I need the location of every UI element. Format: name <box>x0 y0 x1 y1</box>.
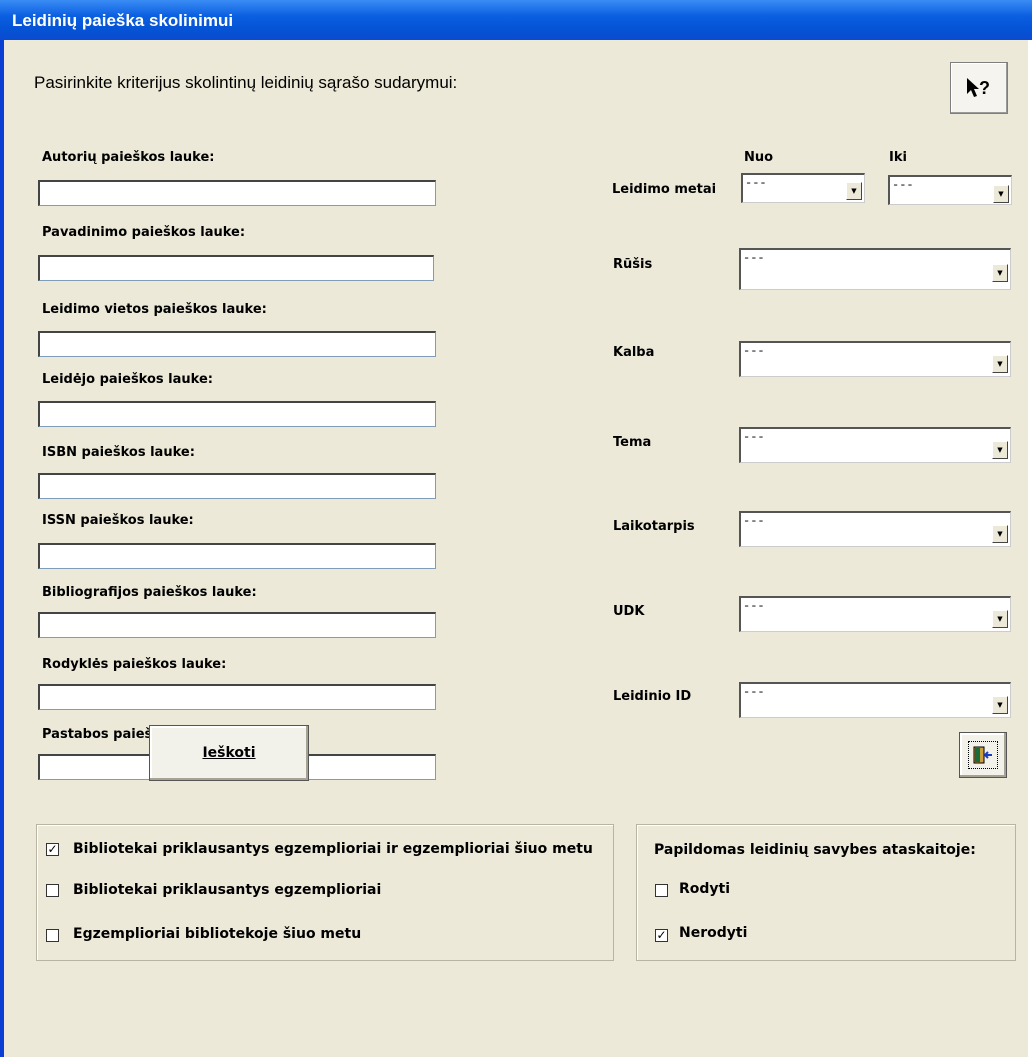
show-label: Rodyti <box>679 881 731 897</box>
exit-button[interactable] <box>959 732 1007 778</box>
title-label: Pavadinimo paieškos lauke: <box>42 225 246 240</box>
help-button[interactable]: ? <box>950 62 1008 114</box>
copies-option-present-label: Egzemplioriai bibliotekoje šiuo metu <box>73 926 362 942</box>
udk-select[interactable]: --- ▼ <box>739 596 1011 632</box>
type-value: --- <box>743 251 765 265</box>
chevron-down-icon[interactable]: ▼ <box>992 355 1008 373</box>
udk-label: UDK <box>613 604 645 619</box>
udk-value: --- <box>743 599 765 613</box>
type-label: Rūšis <box>613 257 653 272</box>
period-select[interactable]: --- ▼ <box>739 511 1011 547</box>
type-select[interactable]: --- ▼ <box>739 248 1011 290</box>
search-dialog: Leidinių paieška skolinimui Pasirinkite … <box>0 0 1032 1057</box>
bibliography-label: Bibliografijos paieškos lauke: <box>42 585 257 600</box>
period-value: --- <box>743 514 765 528</box>
publisher-label: Leidėjo paieškos lauke: <box>42 372 213 387</box>
chevron-down-icon[interactable]: ▼ <box>992 264 1008 282</box>
chevron-down-icon[interactable]: ▼ <box>992 610 1008 628</box>
issn-label: ISSN paieškos lauke: <box>42 513 194 528</box>
instructions-heading: Pasirinkite kriterijus skolintinų leidin… <box>34 73 458 92</box>
publisher-field[interactable] <box>38 401 436 427</box>
bibliography-field[interactable] <box>38 612 436 638</box>
chevron-down-icon[interactable]: ▼ <box>993 185 1009 203</box>
year-from-value: --- <box>745 176 767 190</box>
chevron-down-icon[interactable]: ▼ <box>992 441 1008 459</box>
isbn-field[interactable] <box>38 473 436 499</box>
language-select[interactable]: --- ▼ <box>739 341 1011 377</box>
dialog-content: Pasirinkite kriterijus skolintinų leidin… <box>4 40 1028 1057</box>
publication-id-value: --- <box>743 685 765 699</box>
index-field[interactable] <box>38 684 436 710</box>
copies-option-all-checkbox[interactable]: ✓ <box>46 843 59 856</box>
copies-option-all-label: Bibliotekai priklausantys egzemplioriai … <box>73 841 593 857</box>
title-bar[interactable]: Leidinių paieška skolinimui <box>0 0 1032 40</box>
hide-label: Nerodyti <box>679 925 748 941</box>
copies-option-present-checkbox[interactable] <box>46 929 59 942</box>
author-field[interactable] <box>38 180 436 206</box>
help-cursor-icon: ? <box>967 78 990 98</box>
year-from-select[interactable]: --- ▼ <box>741 173 865 203</box>
year-to-label: Iki <box>889 150 907 165</box>
publication-id-label: Leidinio ID <box>613 689 692 704</box>
svg-text:?: ? <box>979 78 990 98</box>
language-label: Kalba <box>613 345 655 360</box>
topic-value: --- <box>743 430 765 444</box>
search-button[interactable]: Ieškoti <box>149 725 309 781</box>
index-label: Rodyklės paieškos lauke: <box>42 657 227 672</box>
chevron-down-icon[interactable]: ▼ <box>992 525 1008 543</box>
year-to-value: --- <box>892 178 914 192</box>
place-field[interactable] <box>38 331 436 357</box>
publication-id-select[interactable]: --- ▼ <box>739 682 1011 718</box>
hide-checkbox[interactable]: ✓ <box>655 929 668 942</box>
issn-field[interactable] <box>38 543 436 569</box>
title-field[interactable] <box>38 255 434 281</box>
properties-group-title: Papildomas leidinių savybes ataskaitoje: <box>654 842 976 858</box>
place-label: Leidimo vietos paieškos lauke: <box>42 302 267 317</box>
author-label: Autorių paieškos lauke: <box>42 150 215 165</box>
period-label: Laikotarpis <box>613 519 695 534</box>
chevron-down-icon[interactable]: ▼ <box>992 696 1008 714</box>
language-value: --- <box>743 344 765 358</box>
chevron-down-icon[interactable]: ▼ <box>846 182 862 200</box>
copies-option-owned-label: Bibliotekai priklausantys egzemplioriai <box>73 882 382 898</box>
year-to-select[interactable]: --- ▼ <box>888 175 1012 205</box>
window-title: Leidinių paieška skolinimui <box>12 11 234 30</box>
show-checkbox[interactable] <box>655 884 668 897</box>
isbn-label: ISBN paieškos lauke: <box>42 445 195 460</box>
copies-option-owned-checkbox[interactable] <box>46 884 59 897</box>
topic-select[interactable]: --- ▼ <box>739 427 1011 463</box>
year-label: Leidimo metai <box>612 182 717 197</box>
exit-door-icon <box>968 741 998 769</box>
year-from-label: Nuo <box>744 150 774 165</box>
topic-label: Tema <box>613 435 652 450</box>
